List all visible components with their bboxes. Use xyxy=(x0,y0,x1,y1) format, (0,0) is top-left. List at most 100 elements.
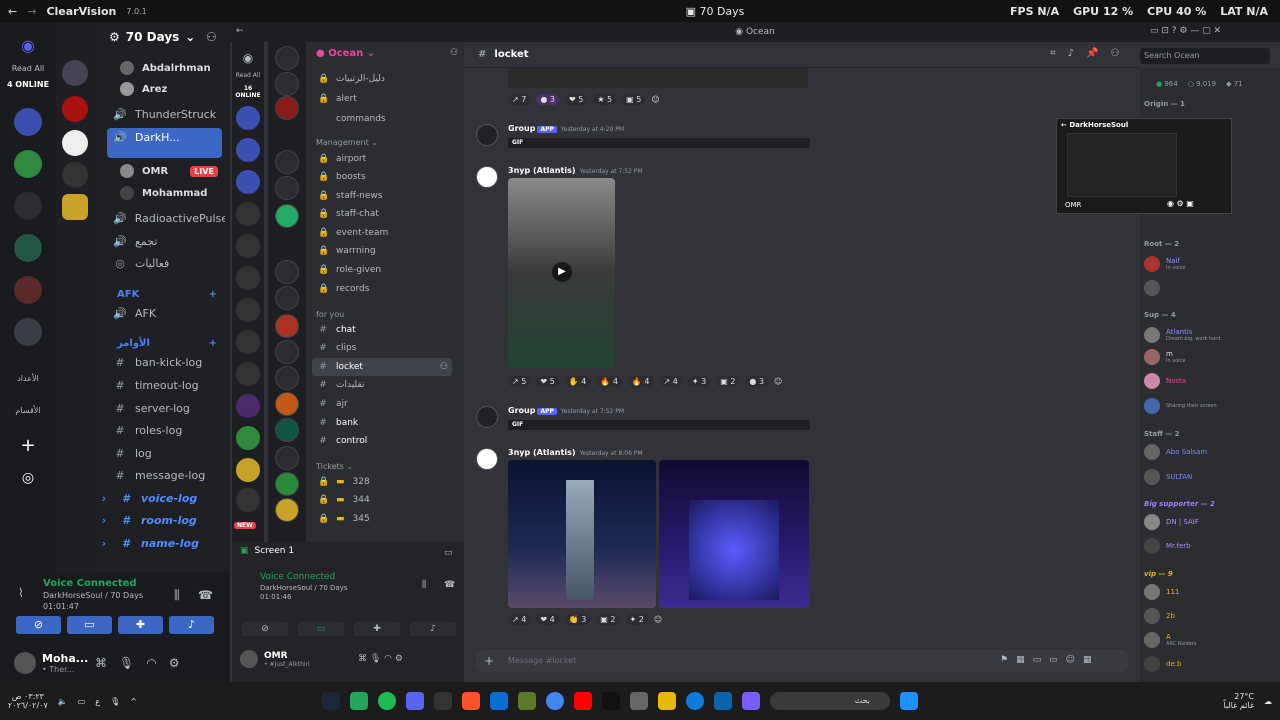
weather[interactable]: 27°C غائم غالباً ☁ xyxy=(1223,692,1272,710)
member[interactable]: Nosta xyxy=(1144,373,1186,389)
author-name[interactable]: 3nyp (Atlantis) xyxy=(508,166,575,175)
app-icon[interactable] xyxy=(350,692,368,710)
member[interactable]: Mr.ferb xyxy=(1144,538,1191,554)
text-channel[interactable]: # bank xyxy=(318,418,458,428)
soundboard-button[interactable]: ♪ xyxy=(169,616,214,634)
avatar[interactable] xyxy=(476,406,498,428)
reaction[interactable]: ❤ 5 xyxy=(564,94,588,105)
stream-preview[interactable]: ← DarkHorseSoul OMR ◉ ⚙ ▣ xyxy=(1056,118,1232,214)
server-icon[interactable] xyxy=(236,266,260,290)
reaction[interactable]: 🔥 4 xyxy=(596,376,622,387)
app-icon[interactable] xyxy=(630,692,648,710)
tiktok-icon[interactable] xyxy=(602,692,620,710)
avatar[interactable] xyxy=(476,166,498,188)
voice-channel[interactable]: 🔊 RadioactivePulse xyxy=(113,212,225,225)
voice-member[interactable]: Mohammad xyxy=(120,186,207,200)
member[interactable]: DN | SAIF xyxy=(1144,514,1199,530)
reaction[interactable]: ● 3 xyxy=(536,94,559,105)
steam-icon[interactable] xyxy=(322,692,340,710)
mic-icon[interactable]: 🎙 xyxy=(119,656,134,670)
soundboard-button[interactable]: ♪ xyxy=(410,622,456,636)
discover-icon[interactable]: ◎ xyxy=(14,464,42,492)
image-attachment[interactable] xyxy=(659,460,809,608)
voice-member[interactable]: Abdalrhman xyxy=(120,61,211,75)
ticket-channel[interactable]: 🔒 ▬ 328 xyxy=(318,477,458,487)
server-icon[interactable] xyxy=(236,488,260,512)
locked-channel[interactable]: 🔒 airport xyxy=(318,154,458,164)
language-indicator[interactable]: ع xyxy=(95,697,100,706)
stream-controls[interactable]: ◉ ⚙ ▣ xyxy=(1167,199,1194,208)
author-name[interactable]: Group xyxy=(508,124,535,133)
server-icon[interactable] xyxy=(14,276,42,304)
voice-channel[interactable]: 🔊 DarkH... xyxy=(113,131,225,144)
screenshare-button[interactable]: ▭ xyxy=(67,616,112,634)
server-icon[interactable] xyxy=(236,330,260,354)
server-icon[interactable] xyxy=(275,46,299,70)
gif-embed[interactable]: GIF xyxy=(508,138,810,148)
network-icon[interactable]: ▭ xyxy=(78,697,86,706)
ticket-channel[interactable]: 🔒 ▬ 344 xyxy=(318,495,458,505)
outlook-icon[interactable] xyxy=(714,692,732,710)
window-controls[interactable]: ▭ ⊡ ? ⚙ — ▢ ✕ xyxy=(1150,26,1221,36)
screen-share-status[interactable]: ▣ Screen 1 xyxy=(240,546,294,556)
app-icon[interactable] xyxy=(434,692,452,710)
member[interactable]: Abo Salsam xyxy=(1144,444,1207,460)
server-icon[interactable] xyxy=(236,106,260,130)
spotify-icon[interactable] xyxy=(378,692,396,710)
server-icon[interactable] xyxy=(275,392,299,416)
minecraft-icon[interactable] xyxy=(518,692,536,710)
text-channel[interactable]: # timeout-log xyxy=(113,379,225,392)
voice-channel[interactable]: 🔊 AFK xyxy=(113,307,225,320)
back-arrow-icon[interactable]: ← xyxy=(8,5,17,18)
reaction[interactable]: 👏 3 xyxy=(564,614,591,625)
app-icon[interactable] xyxy=(490,692,508,710)
member[interactable]: m In voice xyxy=(1144,349,1185,365)
text-channel[interactable]: commands xyxy=(318,114,458,124)
read-all-button[interactable]: Read All xyxy=(4,64,52,73)
search-input[interactable]: Search Ocean xyxy=(1140,48,1270,64)
server-icon[interactable] xyxy=(275,286,299,310)
text-channel[interactable]: # control xyxy=(318,436,458,446)
voice-channel-name[interactable]: DarkHorseSoul / 70 Days xyxy=(260,584,348,592)
member[interactable]: 2b xyxy=(1144,608,1175,624)
category-afk[interactable]: AFK + xyxy=(117,289,217,300)
add-reaction-icon[interactable]: ☺ xyxy=(651,95,659,104)
add-server-icon[interactable]: + xyxy=(14,432,42,460)
author-name[interactable]: Group xyxy=(508,406,535,415)
text-channel[interactable]: # ajr xyxy=(318,399,458,409)
avatar[interactable] xyxy=(476,124,498,146)
reaction[interactable]: ✋ 4 xyxy=(564,376,591,387)
gear-icon[interactable]: ⚙ xyxy=(109,30,120,44)
video-attachment[interactable]: ▶ xyxy=(508,178,615,368)
avatar[interactable] xyxy=(476,448,498,470)
server-icon[interactable] xyxy=(236,426,260,450)
volume-icon[interactable]: 🔈 xyxy=(58,697,68,706)
server-icon[interactable] xyxy=(275,314,299,338)
plus-icon[interactable]: + xyxy=(209,338,217,349)
server-header[interactable]: ⚙ 70 Days ⌄ xyxy=(109,30,195,44)
server-icon[interactable] xyxy=(14,234,42,262)
server-icon[interactable] xyxy=(275,260,299,284)
server-icon[interactable] xyxy=(236,138,260,162)
image-attachment[interactable] xyxy=(508,68,808,88)
text-channel[interactable]: # roles-log xyxy=(113,424,225,437)
server-icon[interactable] xyxy=(275,446,299,470)
pin-icon[interactable]: 📌 xyxy=(1086,48,1098,59)
image-attachment[interactable] xyxy=(508,460,656,608)
reaction[interactable]: ✦ 3 xyxy=(687,376,711,387)
locked-channel[interactable]: 🔒 warrning xyxy=(318,246,458,256)
server-icon[interactable] xyxy=(275,150,299,174)
edge-icon[interactable] xyxy=(686,692,704,710)
activity-button[interactable]: ✚ xyxy=(354,622,400,636)
read-all-button[interactable]: Read All xyxy=(232,72,264,79)
server-icon[interactable] xyxy=(14,108,42,136)
reaction[interactable]: ❤ 4 xyxy=(536,614,559,625)
text-channel[interactable]: # server-log xyxy=(113,402,225,415)
server-icon[interactable] xyxy=(236,298,260,322)
gif-embed[interactable]: GIF xyxy=(508,420,810,430)
server-icon[interactable] xyxy=(275,366,299,390)
server-icon[interactable] xyxy=(275,498,299,522)
noise-icon[interactable]: ⫼ xyxy=(422,580,426,590)
add-user-icon[interactable]: ⚇ xyxy=(206,30,217,44)
reaction[interactable]: ▣ 2 xyxy=(716,376,740,387)
